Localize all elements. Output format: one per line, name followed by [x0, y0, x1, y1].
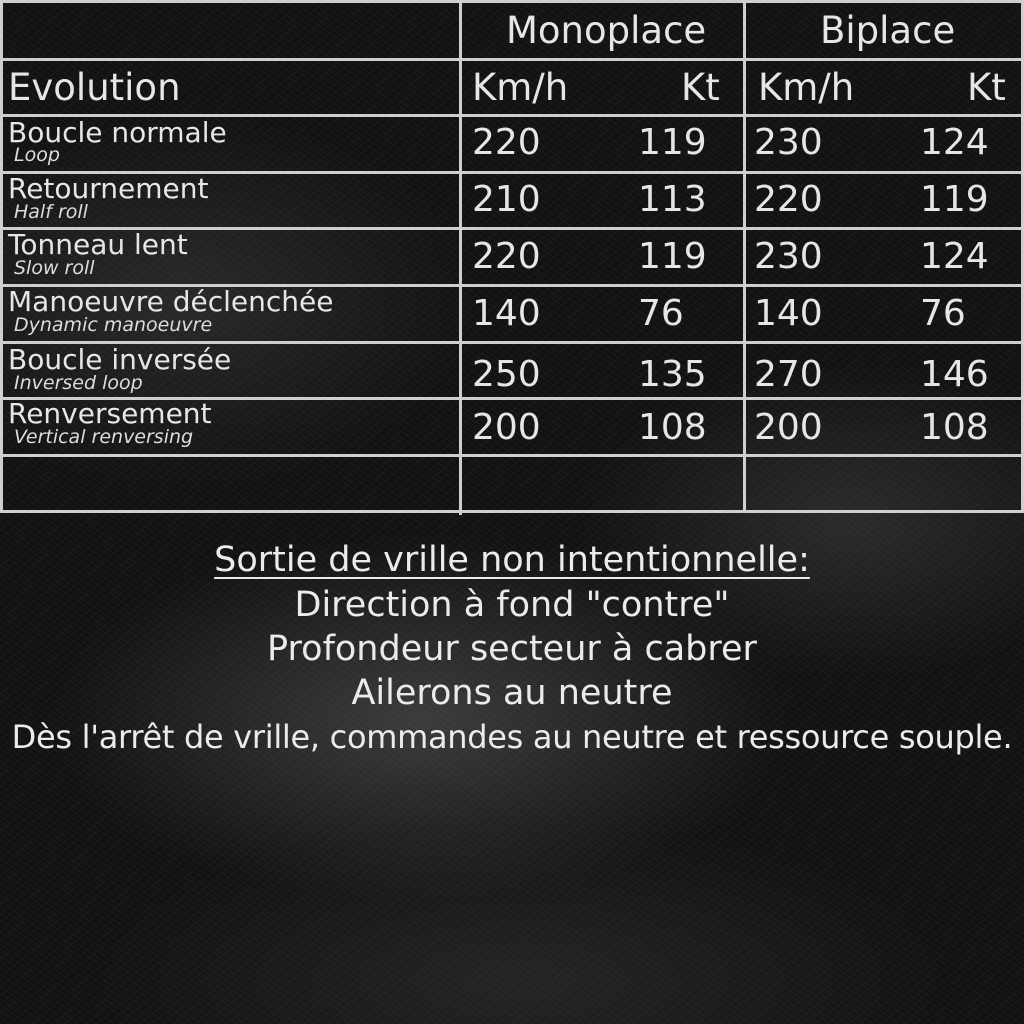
- maneuver-translation: Vertical renversing: [14, 426, 194, 448]
- maneuver-name: Boucle normale: [8, 116, 227, 149]
- spin-recovery-notes: Sortie de vrille non intentionnelle: Dir…: [0, 538, 1024, 759]
- biplace-kt-value: 146: [920, 354, 989, 395]
- monoplace-kt-value: 113: [638, 179, 707, 220]
- maneuver-translation: Dynamic manoeuvre: [14, 314, 213, 336]
- monoplace-kmh-value: 250: [472, 354, 541, 395]
- biplace-kt-value: 124: [920, 122, 989, 163]
- monoplace-kmh-value: 210: [472, 179, 541, 220]
- monoplace-kt-value: 108: [638, 407, 707, 448]
- maneuver-translation: Slow roll: [14, 257, 95, 279]
- notes-title: Sortie de vrille non intentionnelle:: [214, 540, 810, 580]
- grid-left-border: [0, 0, 3, 513]
- biplace-kmh-value: 230: [754, 236, 823, 277]
- note-line: Ailerons au neutre: [351, 673, 673, 713]
- biplace-kt-value: 119: [920, 179, 989, 220]
- biplace-kt-value: 108: [920, 407, 989, 448]
- maneuver-name: Tonneau lent: [8, 228, 188, 261]
- header-monoplace-kmh: Km/h: [472, 66, 569, 109]
- biplace-kmh-value: 220: [754, 179, 823, 220]
- grid-row-divider: [0, 454, 1024, 457]
- header-biplace-kmh: Km/h: [758, 66, 855, 109]
- note-line: Profondeur secteur à cabrer: [267, 629, 757, 669]
- monoplace-kt-value: 135: [638, 354, 707, 395]
- monoplace-kt-value: 119: [638, 122, 707, 163]
- header-evolution: Evolution: [8, 66, 181, 109]
- grid-top-border: [0, 0, 1024, 3]
- header-biplace-kt: Kt: [967, 66, 1006, 109]
- monoplace-kmh-value: 200: [472, 407, 541, 448]
- header-monoplace: Monoplace: [506, 9, 707, 52]
- monoplace-kmh-value: 220: [472, 122, 541, 163]
- maneuver-name: Manoeuvre déclenchée: [8, 285, 334, 318]
- grid-col-divider: [743, 0, 746, 513]
- note-line: Dès l'arrêt de vrille, commandes au neut…: [11, 718, 1013, 756]
- biplace-kmh-value: 200: [754, 407, 823, 448]
- monoplace-kmh-value: 220: [472, 236, 541, 277]
- maneuver-translation: Inversed loop: [14, 372, 143, 394]
- grid-bottom-border: [0, 510, 1024, 513]
- maneuver-translation: Loop: [14, 144, 60, 166]
- maneuver-name: Renversement: [8, 397, 212, 430]
- grid-col-divider: [459, 0, 462, 515]
- monoplace-kmh-value: 140: [472, 293, 541, 334]
- maneuver-name: Retournement: [8, 172, 209, 205]
- monoplace-kt-value: 76: [638, 293, 684, 334]
- grid-header-divider: [0, 58, 1024, 61]
- speed-reference-card: Monoplace Biplace Evolution Km/h Kt Km/h…: [0, 0, 1024, 1024]
- note-line: Direction à fond "contre": [294, 585, 730, 625]
- header-monoplace-kt: Kt: [681, 66, 720, 109]
- biplace-kmh-value: 140: [754, 293, 823, 334]
- biplace-kmh-value: 230: [754, 122, 823, 163]
- biplace-kt-value: 124: [920, 236, 989, 277]
- monoplace-kt-value: 119: [638, 236, 707, 277]
- maneuver-name: Boucle inversée: [8, 343, 232, 376]
- biplace-kmh-value: 270: [754, 354, 823, 395]
- header-biplace: Biplace: [820, 9, 956, 52]
- maneuver-translation: Half roll: [14, 201, 88, 223]
- biplace-kt-value: 76: [920, 293, 966, 334]
